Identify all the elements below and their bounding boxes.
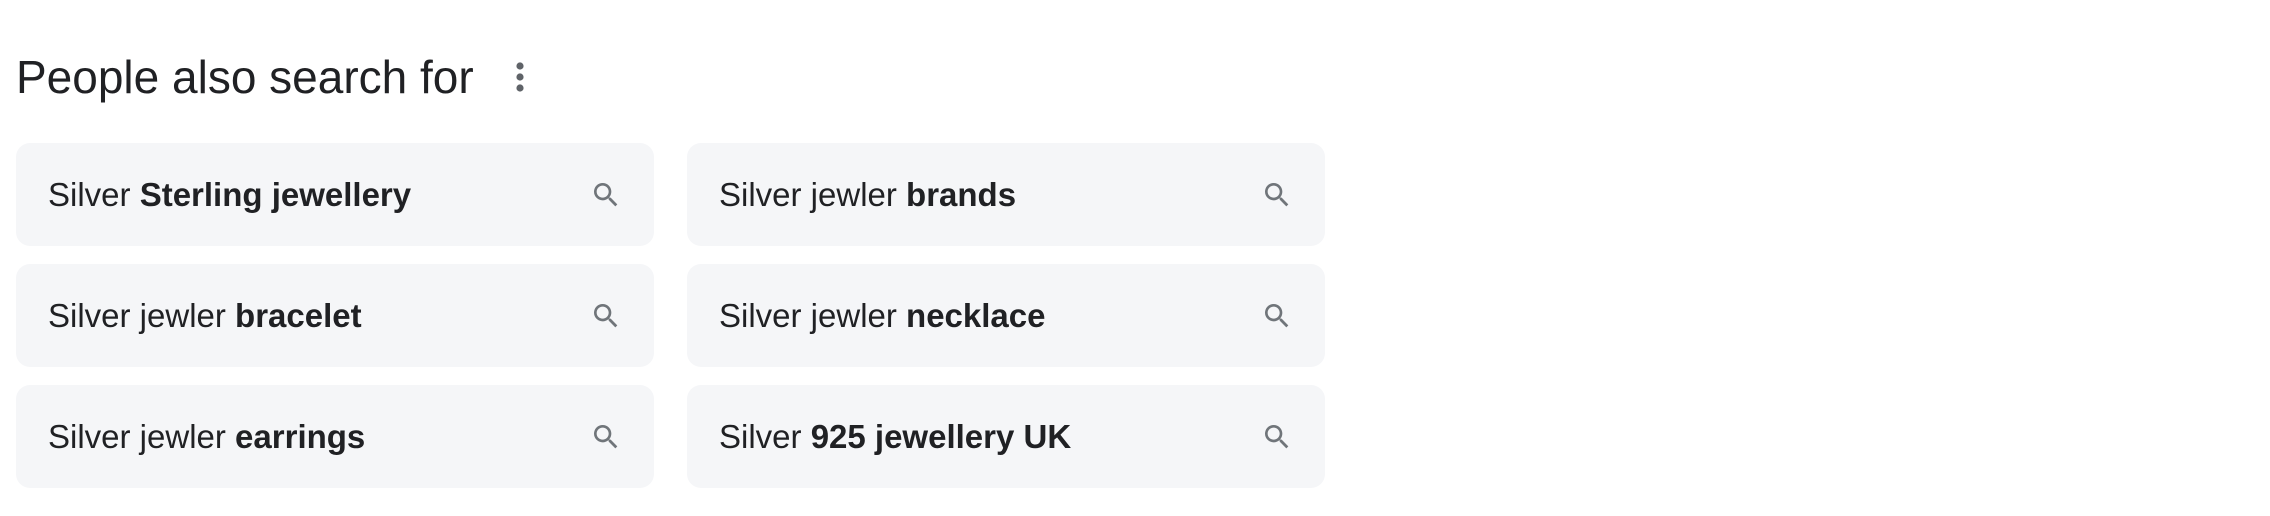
suggestion-text: Silver jewler bracelet	[48, 297, 362, 335]
suggestion-prefix: Silver jewler	[48, 417, 236, 455]
suggestion-chip[interactable]: Silver jewler bracelet	[16, 264, 654, 367]
search-icon	[1259, 298, 1295, 334]
suggestion-text: Silver jewler brands	[719, 176, 1016, 214]
suggestion-bold: earrings	[235, 417, 366, 455]
search-icon	[588, 177, 624, 213]
suggestion-chip[interactable]: Silver jewler brands	[687, 143, 1325, 246]
suggestion-prefix: Silver jewler	[48, 296, 236, 334]
suggestion-text: Silver 925 jewellery UK	[719, 418, 1071, 456]
suggestion-chip[interactable]: Silver jewler earrings	[16, 385, 654, 488]
suggestion-grid: Silver Sterling jewellery Silver jewler …	[16, 143, 1325, 488]
suggestion-chip[interactable]: Silver jewler necklace	[687, 264, 1325, 367]
more-options-button[interactable]	[496, 53, 544, 101]
suggestion-bold: necklace	[906, 296, 1046, 334]
search-icon	[1259, 177, 1295, 213]
suggestion-bold: 925 jewellery UK	[810, 417, 1072, 455]
suggestion-prefix: Silver jewler	[719, 296, 907, 334]
suggestion-bold: Sterling jewellery	[139, 175, 412, 213]
search-icon	[588, 419, 624, 455]
suggestion-prefix: Silver	[719, 417, 811, 455]
suggestion-text: Silver Sterling jewellery	[48, 176, 411, 214]
search-icon	[588, 298, 624, 334]
suggestion-chip[interactable]: Silver 925 jewellery UK	[687, 385, 1325, 488]
people-also-search-header: People also search for	[16, 44, 544, 110]
search-icon	[1259, 419, 1295, 455]
suggestion-bold: bracelet	[235, 296, 362, 334]
more-vert-icon	[515, 62, 525, 92]
suggestion-chip[interactable]: Silver Sterling jewellery	[16, 143, 654, 246]
section-title: People also search for	[16, 51, 474, 103]
suggestion-bold: brands	[906, 175, 1017, 213]
suggestion-text: Silver jewler necklace	[719, 297, 1046, 335]
suggestion-prefix: Silver	[48, 175, 140, 213]
suggestion-prefix: Silver jewler	[719, 175, 907, 213]
suggestion-text: Silver jewler earrings	[48, 418, 365, 456]
